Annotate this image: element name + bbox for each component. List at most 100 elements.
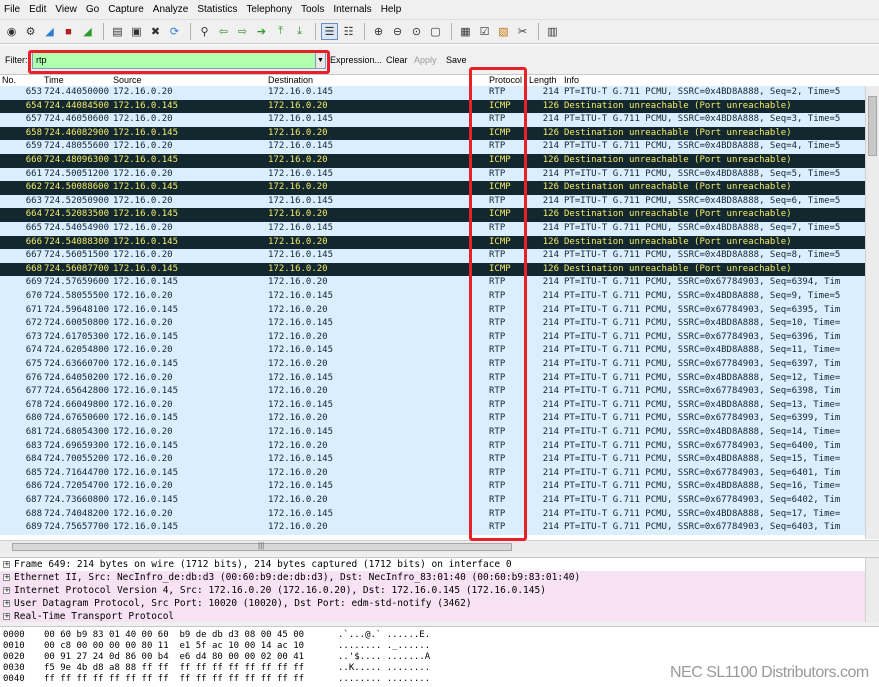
column-no[interactable]: No. xyxy=(2,75,16,85)
reload-icon[interactable]: ⟳ xyxy=(166,23,183,40)
table-row[interactable]: 665 724.54054900 172.16.0.20 172.16.0.145 RT… xyxy=(0,222,865,236)
table-row[interactable]: 664 724.52083500 172.16.0.145 172.16.0.20 IC… xyxy=(0,208,865,222)
table-row[interactable]: 653 724.44050000 172.16.0.20 172.16.0.145 RT… xyxy=(0,86,865,100)
table-row[interactable]: 687 724.73660800 172.16.0.145 172.16.0.20 RT… xyxy=(0,494,865,508)
menu-item-tools[interactable]: Tools xyxy=(301,4,324,15)
zoom-normal-icon[interactable]: ⊙ xyxy=(408,23,425,40)
column-destination[interactable]: Destination xyxy=(268,75,313,85)
capture-options-icon[interactable]: ⚙ xyxy=(22,23,39,40)
capture-filters-icon[interactable]: ▦ xyxy=(457,23,474,40)
stop-capture-icon[interactable]: ■ xyxy=(60,23,77,40)
clear-button[interactable]: Clear xyxy=(386,55,408,65)
details-tree-item[interactable]: + User Datagram Protocol, Src Port: 10020… xyxy=(0,597,865,610)
display-filters-icon[interactable]: ☑ xyxy=(476,23,493,40)
zoom-out-icon[interactable]: ⊖ xyxy=(389,23,406,40)
restart-capture-icon[interactable]: ◢ xyxy=(79,23,96,40)
menu-item-capture[interactable]: Capture xyxy=(108,4,144,15)
table-row[interactable]: 669 724.57659600 172.16.0.145 172.16.0.20 RT… xyxy=(0,276,865,290)
resize-columns-icon[interactable]: ▢ xyxy=(427,23,444,40)
table-row[interactable]: 672 724.60050800 172.16.0.20 172.16.0.145 RT… xyxy=(0,317,865,331)
table-row[interactable]: 680 724.67650600 172.16.0.145 172.16.0.20 RT… xyxy=(0,412,865,426)
menu-item-telephony[interactable]: Telephony xyxy=(246,4,292,15)
auto-scroll-icon[interactable]: ☷ xyxy=(340,23,357,40)
table-row[interactable]: 668 724.56087700 172.16.0.145 172.16.0.20 IC… xyxy=(0,262,865,277)
menu-item-file[interactable]: File xyxy=(4,4,20,15)
table-row[interactable]: 684 724.70055200 172.16.0.20 172.16.0.145 RT… xyxy=(0,453,865,467)
coloring-rules-icon[interactable]: ▧ xyxy=(495,23,512,40)
help-icon[interactable]: ▥ xyxy=(544,23,561,40)
back-icon[interactable]: ⇦ xyxy=(215,23,232,40)
details-vertical-scrollbar[interactable] xyxy=(865,558,879,622)
table-row[interactable]: 673 724.61705300 172.16.0.145 172.16.0.20 RT… xyxy=(0,330,865,345)
packet-list-vertical-scrollbar[interactable] xyxy=(865,86,879,539)
column-time[interactable]: Time xyxy=(44,75,64,85)
table-row[interactable]: 662 724.50088600 172.16.0.145 172.16.0.20 IC… xyxy=(0,181,865,195)
cell-time: 724.74048200 xyxy=(44,508,110,519)
table-row[interactable]: 658 724.46082900 172.16.0.145 172.16.0.20 IC… xyxy=(0,126,865,141)
menu-item-statistics[interactable]: Statistics xyxy=(197,4,237,15)
table-row[interactable]: 683 724.69659300 172.16.0.145 172.16.0.20 RT… xyxy=(0,439,865,454)
column-source[interactable]: Source xyxy=(113,75,142,85)
apply-button[interactable]: Apply xyxy=(414,55,437,65)
byte-offset: 0020 xyxy=(3,652,25,662)
table-row[interactable]: 667 724.56051500 172.16.0.20 172.16.0.145 RT… xyxy=(0,249,865,263)
open-file-icon[interactable]: ▤ xyxy=(109,23,126,40)
close-file-icon[interactable]: ✖ xyxy=(147,23,164,40)
table-row[interactable]: 670 724.58055500 172.16.0.20 172.16.0.145 RT… xyxy=(0,290,865,304)
table-row[interactable]: 659 724.48055600 172.16.0.20 172.16.0.145 RT… xyxy=(0,140,865,154)
table-row[interactable]: 657 724.46050600 172.16.0.20 172.16.0.145 RT… xyxy=(0,113,865,127)
cell-no: 677 xyxy=(25,386,42,397)
zoom-in-icon[interactable]: ⊕ xyxy=(370,23,387,40)
table-row[interactable]: 660 724.48096300 172.16.0.145 172.16.0.20 IC… xyxy=(0,154,865,168)
table-row[interactable]: 661 724.50051200 172.16.0.20 172.16.0.145 RT… xyxy=(0,167,865,182)
menu-item-internals[interactable]: Internals xyxy=(333,4,371,15)
menu-item-go[interactable]: Go xyxy=(86,4,99,15)
expand-icon[interactable]: + xyxy=(3,613,10,620)
go-to-packet-icon[interactable]: ➔ xyxy=(253,23,270,40)
column-info[interactable]: Info xyxy=(564,75,579,85)
table-row[interactable]: 677 724.65642800 172.16.0.145 172.16.0.20 RT… xyxy=(0,385,865,399)
expression-button[interactable]: Expression... xyxy=(330,55,382,65)
table-row[interactable]: 678 724.66049800 172.16.0.20 172.16.0.145 RT… xyxy=(0,398,865,413)
table-row[interactable]: 689 724.75657700 172.16.0.145 172.16.0.20 RT… xyxy=(0,521,865,535)
expand-icon[interactable]: + xyxy=(3,561,10,568)
table-row[interactable]: 675 724.63660700 172.16.0.145 172.16.0.20 RT… xyxy=(0,358,865,372)
table-row[interactable]: 674 724.62054800 172.16.0.20 172.16.0.145 RT… xyxy=(0,344,865,358)
table-row[interactable]: 654 724.44084500 172.16.0.145 172.16.0.20 IC… xyxy=(0,99,865,114)
last-packet-icon[interactable]: ⤓ xyxy=(291,23,308,40)
table-row[interactable]: 681 724.68054300 172.16.0.20 172.16.0.145 RT… xyxy=(0,426,865,440)
menu-item-analyze[interactable]: Analyze xyxy=(153,4,189,15)
expand-icon[interactable]: + xyxy=(3,587,10,594)
scrollbar-thumb[interactable] xyxy=(868,96,877,156)
table-row[interactable]: 686 724.72054700 172.16.0.20 172.16.0.145 RT… xyxy=(0,480,865,494)
table-row[interactable]: 688 724.74048200 172.16.0.20 172.16.0.145 RT… xyxy=(0,507,865,522)
details-tree-item[interactable]: + Internet Protocol Version 4, Src: 172.1… xyxy=(0,584,865,597)
forward-icon[interactable]: ⇨ xyxy=(234,23,251,40)
table-row[interactable]: 663 724.52050900 172.16.0.20 172.16.0.145 RT… xyxy=(0,194,865,209)
cell-dst: 172.16.0.145 xyxy=(268,454,334,465)
preferences-icon[interactable]: ✂ xyxy=(514,23,531,40)
table-row[interactable]: 671 724.59648100 172.16.0.145 172.16.0.20 RT… xyxy=(0,303,865,318)
interface-list-icon[interactable]: ◉ xyxy=(3,23,20,40)
expand-icon[interactable]: + xyxy=(3,574,10,581)
menu-item-help[interactable]: Help xyxy=(381,4,402,15)
details-tree-item[interactable]: + Real-Time Transport Protocol xyxy=(0,610,865,622)
details-tree-item[interactable]: + Ethernet II, Src: NecInfro_de:db:d3 (00… xyxy=(0,571,865,584)
menu-item-edit[interactable]: Edit xyxy=(29,4,46,15)
packet-list-horizontal-scrollbar[interactable]: ||| xyxy=(0,540,879,553)
expand-icon[interactable]: + xyxy=(3,600,10,607)
column-length[interactable]: Length xyxy=(529,75,557,85)
find-icon[interactable]: ⚲ xyxy=(196,23,213,40)
first-packet-icon[interactable]: ⤒ xyxy=(272,23,289,40)
start-capture-icon[interactable]: ◢ xyxy=(41,23,58,40)
table-row[interactable]: 676 724.64050200 172.16.0.20 172.16.0.145 RT… xyxy=(0,371,865,386)
details-tree-item[interactable]: + Frame 649: 214 bytes on wire (1712 bits… xyxy=(0,558,865,571)
save-button[interactable]: Save xyxy=(446,55,467,65)
cell-src: 172.16.0.20 xyxy=(113,372,173,383)
cell-src: 172.16.0.145 xyxy=(113,182,179,193)
table-row[interactable]: 666 724.54088300 172.16.0.145 172.16.0.20 IC… xyxy=(0,235,865,250)
colorize-icon[interactable]: ☰ xyxy=(321,23,338,40)
save-file-icon[interactable]: ▣ xyxy=(128,23,145,40)
menu-item-view[interactable]: View xyxy=(55,4,77,15)
table-row[interactable]: 685 724.71644700 172.16.0.145 172.16.0.20 RT… xyxy=(0,466,865,481)
